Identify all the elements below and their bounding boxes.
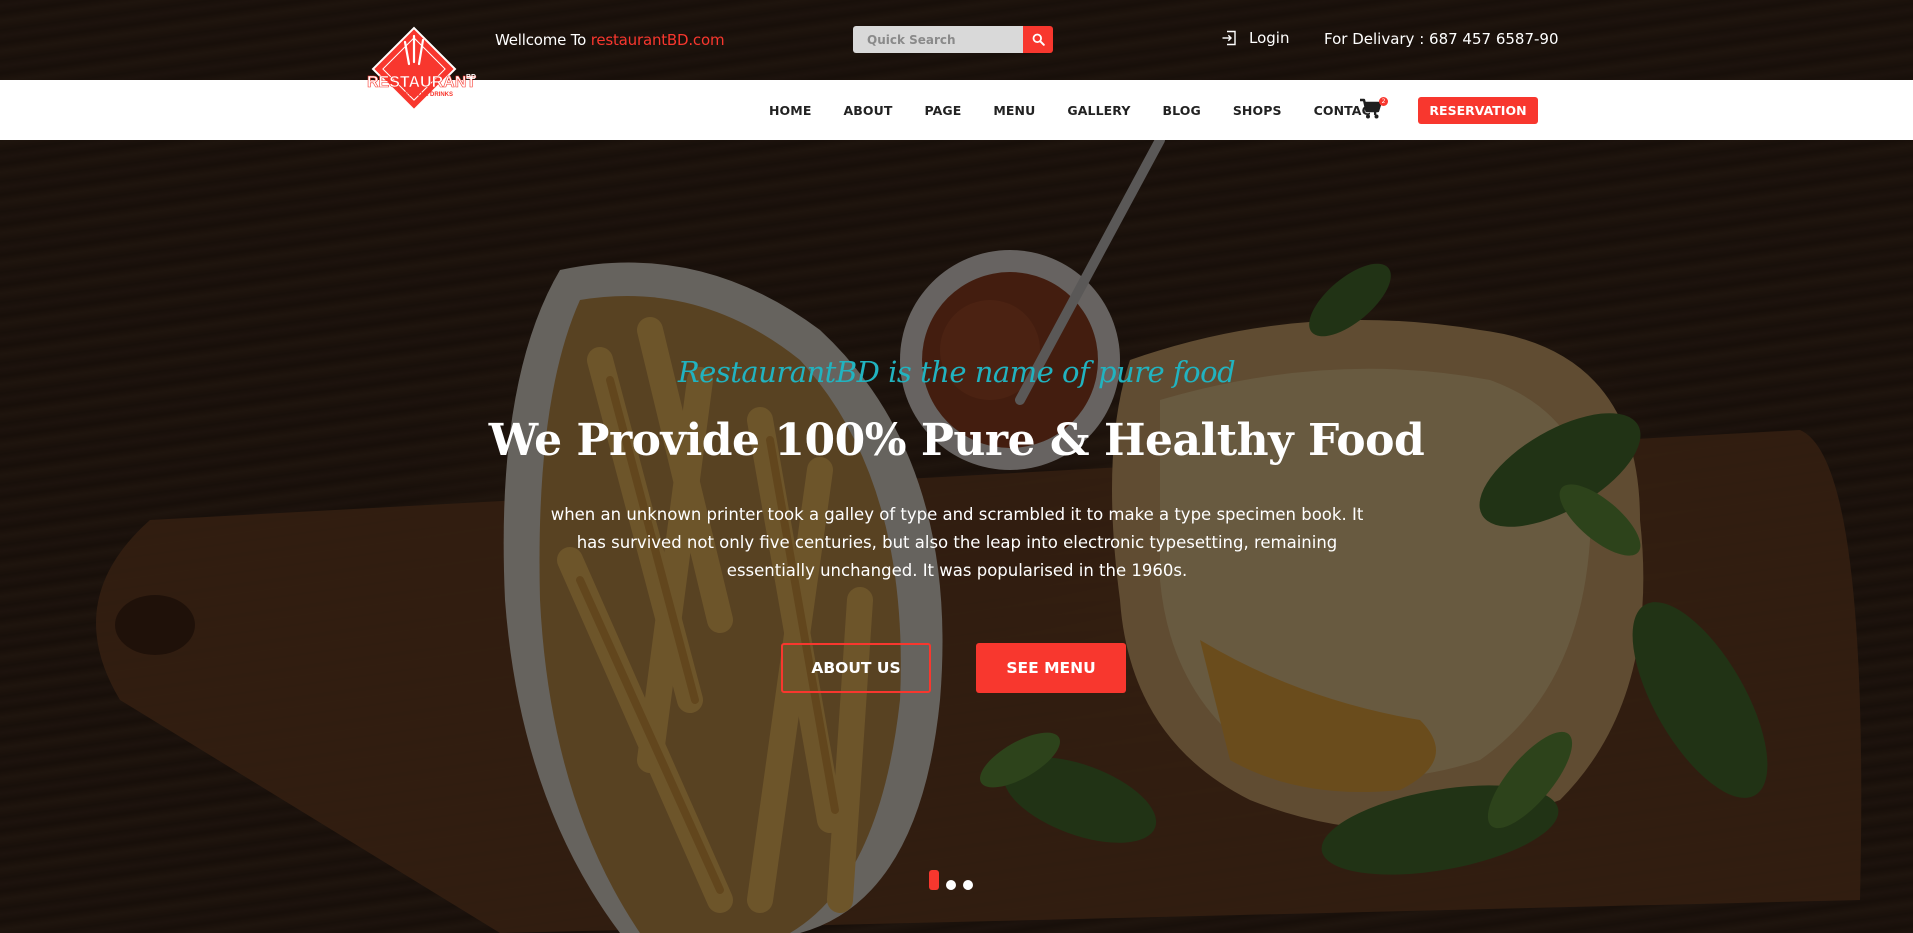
slider-dot-1[interactable]	[929, 870, 939, 890]
cart-count-badge: 2	[1379, 97, 1388, 106]
nav-item-shops[interactable]: SHOPS	[1233, 103, 1282, 118]
hero-tagline: RestaurantBD is the name of pure food	[677, 355, 1236, 389]
slider-dot-3[interactable]	[963, 880, 973, 890]
logo-name: RESTAURANT	[367, 74, 476, 91]
welcome-prefix: Wellcome To	[495, 31, 591, 49]
main-navbar: HOME ABOUT PAGE MENU GALLERY BLOG SHOPS …	[0, 80, 1913, 140]
hero-slider: RestaurantBD is the name of pure food We…	[0, 140, 1913, 933]
hero-description: when an unknown printer took a galley of…	[550, 505, 1364, 580]
logo-graphic: RESTAURANT BD FOOD & DRINKS	[367, 26, 477, 112]
restaurant-logo[interactable]: RESTAURANT BD FOOD & DRINKS	[365, 24, 480, 124]
nav-item-gallery[interactable]: GALLERY	[1067, 103, 1130, 118]
cart-button[interactable]: 2	[1359, 97, 1388, 124]
logo-superscript: BD	[466, 74, 476, 81]
main-nav: HOME ABOUT PAGE MENU GALLERY BLOG SHOPS …	[769, 80, 1412, 140]
reservation-button[interactable]: RESERVATION	[1418, 97, 1538, 124]
see-menu-button[interactable]: SEE MENU	[976, 643, 1126, 693]
about-us-button[interactable]: ABOUT US	[781, 643, 931, 693]
login-link[interactable]: Login	[1221, 29, 1289, 47]
nav-item-menu[interactable]: MENU	[993, 103, 1035, 118]
slider-dot-2[interactable]	[946, 880, 956, 890]
nav-item-about[interactable]: ABOUT	[843, 103, 892, 118]
search-icon	[1032, 33, 1045, 46]
login-label: Login	[1249, 29, 1290, 47]
slider-dots	[929, 870, 973, 890]
quick-search	[853, 26, 1053, 53]
hero-headline: We Provide 100% Pure & Healthy Food	[488, 415, 1425, 466]
logo-tagline: FOOD & DRINKS	[405, 92, 453, 98]
nav-item-home[interactable]: HOME	[769, 103, 811, 118]
welcome-text: Wellcome To restaurantBD.com	[495, 31, 725, 49]
nav-item-blog[interactable]: BLOG	[1162, 103, 1200, 118]
delivery-phone: For Delivary : 687 457 6587-90	[1324, 30, 1559, 48]
search-button[interactable]	[1023, 26, 1053, 53]
site-link[interactable]: restaurantBD.com	[591, 31, 725, 49]
login-icon	[1222, 30, 1236, 46]
nav-item-page[interactable]: PAGE	[924, 103, 961, 118]
search-input[interactable]	[853, 26, 1023, 53]
top-bar: Wellcome To restaurantBD.com Login For D…	[0, 0, 1913, 80]
